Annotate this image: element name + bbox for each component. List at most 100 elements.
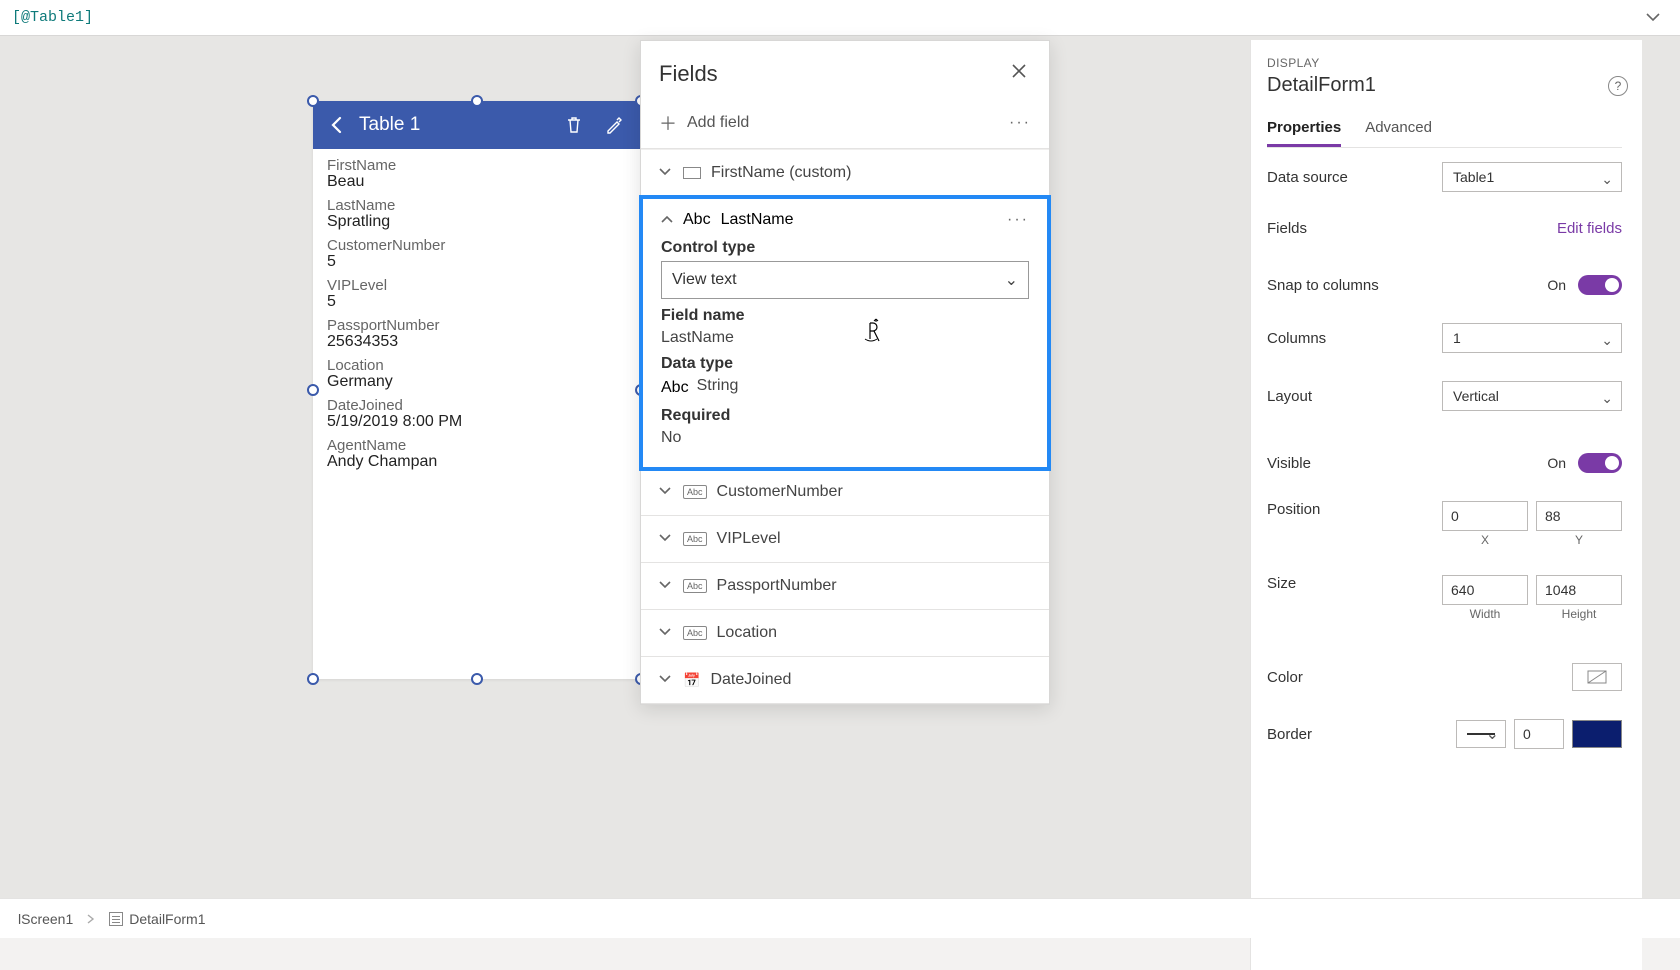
breadcrumb-screen[interactable]: lScreen1 bbox=[8, 911, 83, 927]
width-caption: Width bbox=[1470, 607, 1501, 621]
expand-button[interactable] bbox=[659, 624, 673, 642]
field-name: PassportNumber bbox=[717, 577, 837, 595]
field-item[interactable]: 📅DateJoined bbox=[641, 657, 1049, 704]
chevron-down-icon: ⌄ bbox=[1601, 171, 1613, 188]
help-button[interactable]: ? bbox=[1608, 76, 1628, 96]
field-value: 5/19/2019 8:00 PM bbox=[327, 413, 627, 431]
prop-snap: Snap to columns On bbox=[1267, 261, 1622, 309]
formula-bar[interactable]: [@Table1] bbox=[0, 0, 1680, 36]
field-label: Location bbox=[327, 357, 627, 374]
field-name-value: LastName bbox=[661, 329, 1029, 347]
data-source-dropdown[interactable]: Table1 ⌄ bbox=[1442, 162, 1622, 192]
color-label: Color bbox=[1267, 669, 1572, 686]
more-button[interactable]: ··· bbox=[1009, 114, 1031, 132]
position-x-input[interactable] bbox=[1442, 501, 1528, 531]
data-row: CustomerNumber5 bbox=[327, 237, 627, 271]
resize-handle-bl[interactable] bbox=[307, 673, 319, 685]
resize-handle-tm[interactable] bbox=[471, 95, 483, 107]
resize-handle-bm[interactable] bbox=[471, 673, 483, 685]
expand-button[interactable] bbox=[659, 577, 673, 595]
size-width-input[interactable] bbox=[1442, 575, 1528, 605]
abc-type-icon: Abc bbox=[661, 379, 689, 397]
visible-label: Visible bbox=[1267, 455, 1547, 472]
size-height-input[interactable] bbox=[1536, 575, 1622, 605]
formula-text[interactable]: [@Table1] bbox=[12, 9, 93, 26]
data-type-value: String bbox=[697, 377, 739, 395]
breadcrumb-screen-label: lScreen1 bbox=[18, 911, 73, 927]
data-row: AgentNameAndy Champan bbox=[327, 437, 627, 471]
close-button[interactable] bbox=[1007, 59, 1031, 88]
tab-advanced[interactable]: Advanced bbox=[1365, 111, 1432, 147]
collapse-button[interactable] bbox=[661, 211, 673, 229]
delete-button[interactable] bbox=[559, 116, 589, 134]
prop-data-source: Data source Table1 ⌄ bbox=[1267, 148, 1622, 206]
position-y-input[interactable] bbox=[1536, 501, 1622, 531]
visible-toggle[interactable] bbox=[1578, 453, 1622, 473]
chevron-down-icon bbox=[659, 486, 671, 496]
resize-handle-tl[interactable] bbox=[307, 95, 319, 107]
field-item[interactable]: AbcPassportNumber bbox=[641, 563, 1049, 610]
field-value: Andy Champan bbox=[327, 453, 627, 471]
field-item[interactable]: FirstName (custom) bbox=[641, 150, 1049, 197]
border-style-dropdown[interactable]: ⌄ bbox=[1456, 720, 1506, 748]
border-color-swatch[interactable] bbox=[1572, 720, 1622, 748]
more-button[interactable]: ··· bbox=[1007, 211, 1029, 229]
control-type-dropdown[interactable]: View text ⌄ bbox=[661, 261, 1029, 299]
chevron-down-icon bbox=[659, 627, 671, 637]
chevron-right-icon bbox=[83, 911, 99, 927]
fields-list: FirstName (custom) Abc LastName ··· Cont… bbox=[641, 149, 1049, 704]
prop-position: Position X Y bbox=[1267, 487, 1622, 561]
tab-properties[interactable]: Properties bbox=[1267, 111, 1341, 147]
expand-button[interactable] bbox=[659, 483, 673, 501]
layout-dropdown[interactable]: Vertical ⌄ bbox=[1442, 381, 1622, 411]
pencil-icon bbox=[605, 116, 623, 134]
snap-toggle[interactable] bbox=[1578, 275, 1622, 295]
edit-fields-link[interactable]: Edit fields bbox=[1557, 220, 1622, 237]
columns-value: 1 bbox=[1453, 330, 1461, 346]
question-icon: ? bbox=[1615, 79, 1622, 93]
layout-value: Vertical bbox=[1453, 388, 1499, 404]
canvas-area[interactable]: Table 1 FirstNameBeauLastNameSpratlingCu… bbox=[0, 36, 1680, 938]
resize-handle-ml[interactable] bbox=[307, 384, 319, 396]
data-source-label: Data source bbox=[1267, 169, 1442, 186]
expand-button[interactable] bbox=[659, 530, 673, 548]
chevron-down-icon: ⌄ bbox=[1601, 332, 1613, 349]
visible-state: On bbox=[1547, 455, 1566, 471]
breadcrumb-control[interactable]: DetailForm1 bbox=[99, 911, 215, 927]
data-row: PassportNumber25634353 bbox=[327, 317, 627, 351]
field-item-expanded[interactable]: Abc LastName ··· Control type View text … bbox=[639, 195, 1051, 471]
field-item[interactable]: AbcCustomerNumber bbox=[641, 469, 1049, 516]
card-body: FirstNameBeauLastNameSpratlingCustomerNu… bbox=[313, 149, 641, 485]
field-item[interactable]: AbcLocation bbox=[641, 610, 1049, 657]
data-row: DateJoined5/19/2019 8:00 PM bbox=[327, 397, 627, 431]
field-label: PassportNumber bbox=[327, 317, 627, 334]
border-width-input[interactable] bbox=[1514, 719, 1564, 749]
expand-button[interactable] bbox=[659, 671, 673, 689]
fields-panel: Fields ＋ Add field ··· FirstName (custom… bbox=[640, 40, 1050, 705]
chevron-up-icon bbox=[661, 214, 673, 224]
form-icon bbox=[109, 912, 123, 926]
expand-button[interactable] bbox=[659, 164, 673, 182]
prop-visible: Visible On bbox=[1267, 439, 1622, 487]
field-item[interactable]: AbcVIPLevel bbox=[641, 516, 1049, 563]
field-name: LastName bbox=[721, 211, 794, 229]
columns-dropdown[interactable]: 1 ⌄ bbox=[1442, 323, 1622, 353]
formula-expand-button[interactable] bbox=[1638, 9, 1668, 27]
size-label: Size bbox=[1267, 575, 1442, 592]
back-button[interactable] bbox=[325, 116, 349, 134]
detail-form-control[interactable]: Table 1 FirstNameBeauLastNameSpratlingCu… bbox=[313, 101, 641, 679]
layout-label: Layout bbox=[1267, 388, 1442, 405]
abc-type-icon: Abc bbox=[683, 532, 707, 546]
prop-layout: Layout Vertical ⌄ bbox=[1267, 367, 1622, 425]
edit-button[interactable] bbox=[599, 116, 629, 134]
no-fill-swatch[interactable] bbox=[1572, 663, 1622, 691]
add-field-row[interactable]: ＋ Add field ··· bbox=[641, 98, 1049, 149]
prop-size: Size Width Height bbox=[1267, 561, 1622, 635]
fields-panel-header: Fields bbox=[641, 41, 1049, 98]
abc-type-icon: Abc bbox=[683, 485, 707, 499]
trash-icon bbox=[565, 116, 583, 134]
columns-label: Columns bbox=[1267, 330, 1442, 347]
data-row: VIPLevel5 bbox=[327, 277, 627, 311]
prop-fields: Fields Edit fields bbox=[1267, 206, 1622, 251]
field-value: Beau bbox=[327, 173, 627, 191]
